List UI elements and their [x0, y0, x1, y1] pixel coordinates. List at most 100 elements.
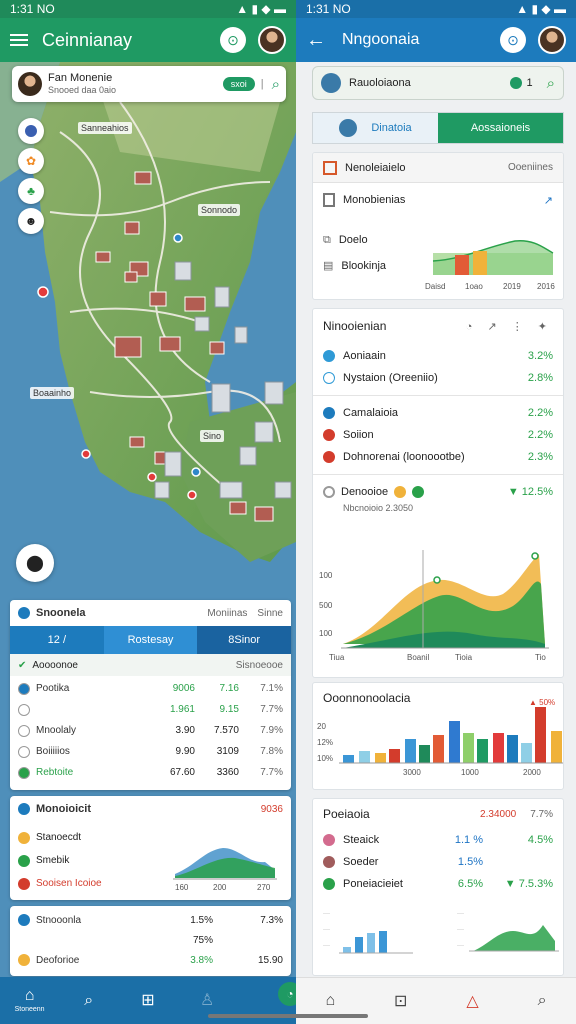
- table-row[interactable]: Boiiiiios 9.90 3109 7.8%: [10, 741, 291, 762]
- breakdown-change: 7.7%: [530, 808, 553, 820]
- park-icon[interactable]: ♣: [18, 178, 44, 204]
- list-item[interactable]: Stnooonla 1.5% 7.3%: [10, 910, 291, 930]
- card-meta-2[interactable]: Sinne: [257, 608, 283, 619]
- bar: [359, 751, 370, 763]
- table-row[interactable]: 1.961 9.15 7.7%: [10, 699, 291, 720]
- avatar[interactable]: [258, 26, 286, 54]
- metric-row[interactable]: Dohnorenai (loonoootbe) 2.3%: [313, 446, 563, 468]
- search-icon[interactable]: ⌕: [272, 76, 280, 93]
- nav-profile[interactable]: ♙: [187, 991, 227, 1009]
- row-icon: [18, 703, 30, 716]
- nav-scan[interactable]: ⊞: [128, 992, 168, 1009]
- search-icon[interactable]: ⌕: [547, 75, 555, 92]
- filter-bar[interactable]: Rauoloiaona 1 ⌕: [312, 66, 564, 100]
- person-icon: ♙: [199, 991, 215, 1009]
- table-row[interactable]: Pootika 9006 7.16 7.1%: [10, 678, 291, 699]
- search-icon[interactable]: ⌕: [538, 992, 547, 1010]
- map-pane: 1:31 NO ▲ ▮ ◆ ▬ Ceinnianay ⊙ Fan Monenie…: [0, 0, 296, 1024]
- action-fab[interactable]: ◔: [278, 982, 296, 1006]
- axis-label: 1oao: [465, 282, 483, 291]
- breakdown-row[interactable]: Poneiacieiet 6.5% ▼ 7.5.3%: [313, 873, 563, 895]
- map-label-d: Sino: [200, 430, 225, 442]
- breakdown-row[interactable]: Soeder 1.5%: [313, 851, 563, 873]
- summary-panel: Nenoleiaielo Ooeniines Monobienias ↗ ⧉ Do…: [312, 152, 564, 300]
- summary-chart: Daisd 1oao 2019 2016: [425, 240, 555, 291]
- home-icon: ⌂: [24, 987, 35, 1004]
- app-title: Ceinnianay: [42, 29, 133, 50]
- alert-icon[interactable]: ⊙: [500, 27, 526, 53]
- trend-card: Monoioicit 9036 Stanoecdt Smebik Sooisen…: [10, 796, 291, 900]
- area-chart: 100 500 100 Tiua Boanil Tioia Tio: [319, 550, 549, 662]
- tab-3[interactable]: 8Sinor: [197, 626, 291, 654]
- row-icon: [18, 724, 30, 737]
- row-icon: [18, 934, 30, 946]
- detail-card: Stnooonla 1.5% 7.3% 75% Deoforioe 3.8% 1…: [10, 906, 291, 976]
- back-arrow-icon[interactable]: ←: [306, 29, 326, 52]
- locate-button[interactable]: ⬤: [16, 544, 54, 582]
- layer-avatar-icon[interactable]: [18, 118, 44, 144]
- svg-text:―: ―: [457, 942, 464, 949]
- row-label: Soeder: [343, 856, 379, 868]
- metric-label: Camalaioia: [343, 407, 399, 419]
- tab-2[interactable]: Rostesay: [103, 626, 198, 654]
- home-icon[interactable]: ⌂: [325, 992, 335, 1010]
- data-point: [531, 552, 539, 560]
- map-search-bar[interactable]: Fan Monenie Snooed daa 0aio sxoi | ⌕: [12, 66, 286, 102]
- segment-2[interactable]: Aossaioneis: [438, 113, 563, 143]
- screen-title: Nngoonaia: [342, 31, 420, 48]
- y-tick-label: 12%: [317, 738, 333, 747]
- alert-icon[interactable]: ⊙: [220, 27, 246, 53]
- row-value-b: 7.3%: [260, 914, 283, 926]
- table-row[interactable]: Mnoolaly 3.90 7.570 7.9%: [10, 720, 291, 741]
- status-icons: ▲ ▮ ◆ ▬: [236, 2, 286, 16]
- row-value-b: 9.15: [219, 704, 239, 715]
- map-label-c: Boaainho: [30, 387, 75, 399]
- card-meta[interactable]: Moniinas: [207, 608, 247, 619]
- x-tick-label: Boanil: [407, 653, 429, 662]
- doc-icon: [323, 193, 335, 207]
- segment-control: Dinatoia Aossaioneis: [312, 112, 564, 144]
- row-value-b: 7.570: [213, 725, 239, 736]
- menu-icon[interactable]: [10, 34, 28, 46]
- metric-value: 2.2%: [527, 429, 553, 441]
- row-value-c: 7.1%: [260, 683, 283, 694]
- metric-row[interactable]: Soiion 2.2%: [313, 424, 563, 446]
- bar: [463, 733, 474, 763]
- breakdown-panel: Poeiaoia 2.34000 7.7% Steaick 1.1 % 4.5% Soe…: [312, 798, 564, 976]
- right-status-bar: 1:31 NO ▲ ▮ ◆ ▬: [296, 0, 576, 18]
- list-item[interactable]: Deoforioe 3.8% 15.90: [10, 950, 291, 970]
- table-row[interactable]: Rebtoite 67.60 3360 7.7%: [10, 762, 291, 783]
- breakdown-row[interactable]: Steaick 1.1 % 4.5%: [313, 829, 563, 851]
- metric-row[interactable]: Aoniaain 3.2%: [313, 345, 563, 367]
- metric-row[interactable]: Nystaion (Oreeniio) 2.8%: [313, 367, 563, 389]
- nav-search[interactable]: ⌕: [69, 992, 109, 1009]
- metric-row[interactable]: Camalaioia 2.2%: [313, 402, 563, 424]
- metric-icon: [323, 429, 335, 441]
- tab-1[interactable]: 12 /: [10, 626, 104, 654]
- nav-home[interactable]: ⌂ Stoneenn: [10, 987, 50, 1014]
- legend-item: Stanoecdt: [36, 832, 82, 843]
- person-icon[interactable]: ☻: [18, 208, 44, 234]
- row-value-c: 7.9%: [260, 725, 283, 736]
- table-icon: ▤: [323, 260, 334, 272]
- row-label: Steaick: [343, 834, 380, 846]
- status-pill[interactable]: sxoi: [222, 77, 255, 91]
- search-title: Fan Monenie: [48, 72, 113, 84]
- segment-1[interactable]: Dinatoia: [313, 113, 438, 143]
- status-time: 1:31 NO: [306, 2, 351, 16]
- gamepad-icon[interactable]: ⊡: [394, 991, 407, 1011]
- row-label: Stnooonla: [36, 914, 82, 926]
- list-item[interactable]: 75%: [10, 930, 291, 950]
- user-icon: [339, 119, 358, 137]
- toolbar-icons[interactable]: ◔ ↗ ⋮ ✦: [466, 320, 553, 333]
- y-tick-label: 100: [319, 629, 333, 638]
- alert-icon[interactable]: △: [466, 991, 478, 1011]
- food-icon[interactable]: ✿: [18, 148, 44, 174]
- breakdown-charts: ― ― ― ― ― ―: [323, 910, 559, 954]
- metric-value: 2.2%: [527, 407, 553, 419]
- details-pane: 1:31 NO ▲ ▮ ◆ ▬ ← Nngoonaia ⊙ Rauoloiaon…: [296, 0, 576, 1024]
- avatar[interactable]: [538, 26, 566, 54]
- expand-icon[interactable]: ↗: [544, 194, 553, 207]
- status-icons: ▲ ▮ ◆ ▬: [516, 2, 566, 16]
- row-icon: [18, 954, 30, 966]
